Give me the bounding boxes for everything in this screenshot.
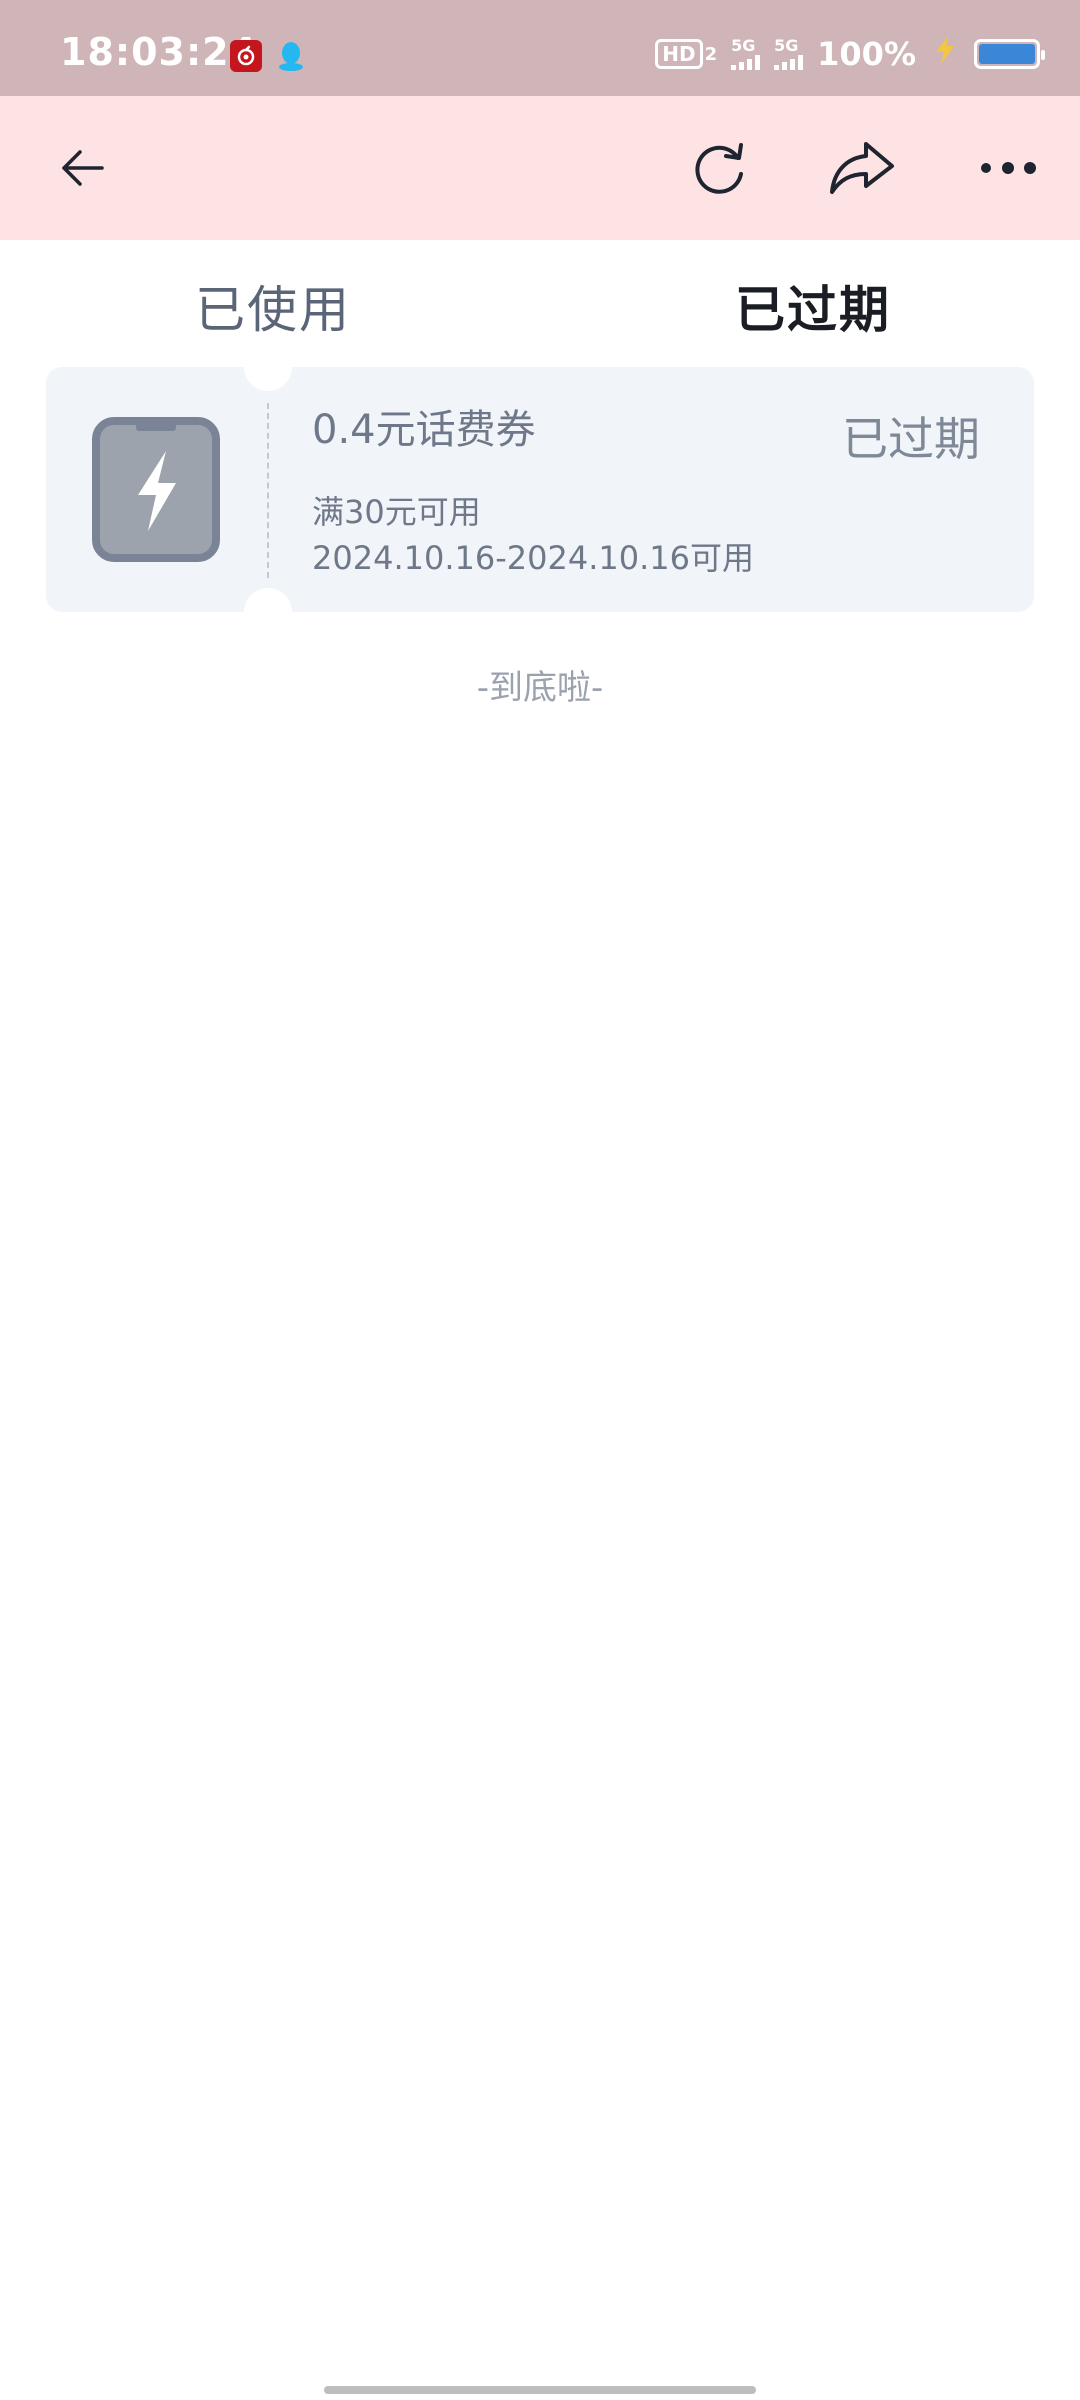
tab-used[interactable]: 已使用 <box>195 270 351 342</box>
refresh-button[interactable] <box>684 132 756 204</box>
battery-icon <box>974 39 1045 69</box>
coupon-condition: 满30元可用 <box>312 493 481 531</box>
back-arrow-icon <box>62 150 104 186</box>
more-icon <box>981 162 1036 174</box>
hd-sub-label: 2 <box>704 43 718 65</box>
coupon-card[interactable]: 0.4元话费券 满30元可用 2024.10.16-2024.10.16可用 已… <box>46 343 1034 636</box>
share-icon <box>830 142 894 194</box>
ticket-notch-bottom <box>244 588 292 636</box>
refresh-icon <box>695 143 743 194</box>
hd-icon: HD <box>655 39 703 69</box>
home-indicator[interactable] <box>324 2386 756 2394</box>
status-time: 18:03:24 <box>60 30 258 74</box>
top-nav-bar <box>0 96 1080 240</box>
battery-percent: 100% <box>817 35 916 73</box>
coupon-title: 0.4元话费券 <box>312 407 536 453</box>
more-button[interactable] <box>972 132 1044 204</box>
back-button[interactable] <box>46 132 118 204</box>
share-button[interactable] <box>826 132 898 204</box>
charging-icon <box>930 34 960 74</box>
status-bar: 18:03:24 HD 2 5G 5G 100% <box>0 0 1080 96</box>
signal-icon: 5G <box>731 38 761 70</box>
ticket-notch-top <box>244 343 292 391</box>
coupon-tabs: 已使用 已过期 <box>0 240 1080 364</box>
end-of-list-label: -到底啦- <box>476 668 604 708</box>
phone-charge-icon <box>92 417 220 562</box>
qq-icon <box>275 40 307 72</box>
coupon-validity: 2024.10.16-2024.10.16可用 <box>312 539 754 577</box>
ticket-divider <box>267 403 269 578</box>
coupon-status-badge: 已过期 <box>842 412 980 466</box>
signal-icon-2: 5G <box>774 38 804 70</box>
netease-music-icon <box>230 40 262 72</box>
tab-expired[interactable]: 已过期 <box>735 270 891 342</box>
status-right-group: HD 2 5G 5G 100% <box>655 34 1045 74</box>
